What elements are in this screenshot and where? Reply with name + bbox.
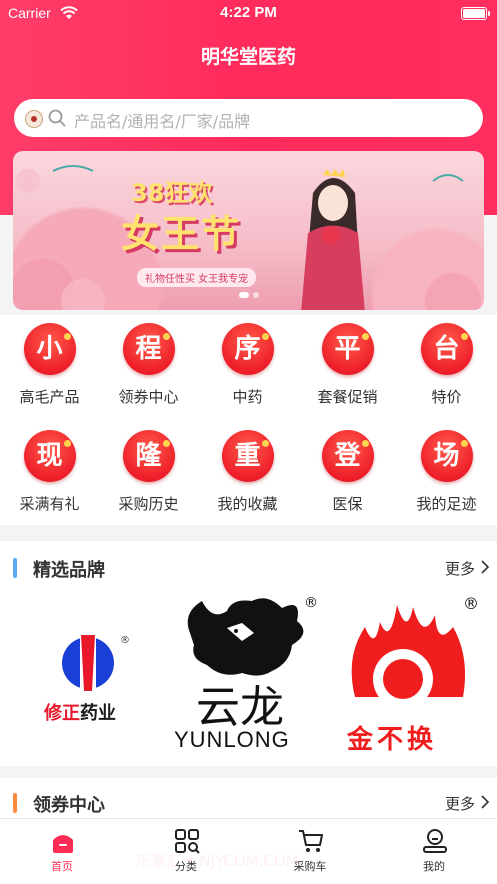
menu-badge-icon: 台 xyxy=(420,323,473,375)
coupon-section: 领券中心 更多 xyxy=(0,778,497,820)
xiuzheng-logo-icon: ® xyxy=(62,635,130,691)
quick-menu-item[interactable]: 登 医保 xyxy=(298,422,397,514)
sunburst-logo-icon: ® xyxy=(351,597,479,709)
status-bar: Carrier 4:22 PM xyxy=(0,0,497,28)
quick-menu-label: 中药 xyxy=(232,388,263,406)
menu-badge-icon: 登 xyxy=(321,430,374,482)
search-icon xyxy=(48,109,66,127)
coupon-header: 领券中心 更多 xyxy=(0,776,497,816)
jinbuhuan-text: 金不换 xyxy=(347,725,438,755)
quick-menu-item[interactable]: 小 高毛产品 xyxy=(0,315,99,407)
brands-more-link[interactable]: 更多 xyxy=(445,558,475,579)
brand-logo-jinbuhuan[interactable]: ® 金不换 xyxy=(335,597,485,757)
menu-badge-icon: 平 xyxy=(321,323,374,375)
chevron-right-icon[interactable] xyxy=(481,560,489,574)
quick-menu: 小 高毛产品 程 领券中心 序 中药 平 套餐促销 台 特价 现 采满有礼 隆 … xyxy=(0,315,497,525)
quick-menu-label: 采购历史 xyxy=(118,495,179,513)
brand-logos: ® 修正药业 ® 云龙 YUNLONG ® 金不换 xyxy=(0,593,497,761)
section-accent-bar xyxy=(13,793,17,813)
home-icon xyxy=(53,835,73,853)
quick-menu-label: 领券中心 xyxy=(118,388,179,406)
coupon-title: 领券中心 xyxy=(33,795,105,816)
battery-icon xyxy=(461,7,490,20)
quick-menu-label: 医保 xyxy=(332,495,363,513)
quick-menu-item[interactable]: 隆 采购历史 xyxy=(99,422,198,514)
quick-menu-item[interactable]: 台 特价 xyxy=(397,315,496,407)
menu-badge-icon: 现 xyxy=(23,430,76,482)
menu-badge-icon: 序 xyxy=(221,323,274,375)
tab-label: 我的 xyxy=(423,860,445,873)
dragon-logo-icon: ® xyxy=(187,595,318,676)
search-bar[interactable]: 产品名/通用名/厂家/品牌 xyxy=(14,99,483,137)
profile-icon xyxy=(423,829,447,853)
brands-header: 精选品牌 更多 xyxy=(0,541,497,581)
tab-home[interactable]: 首页 xyxy=(0,819,124,884)
brand-logo-xiuzheng[interactable]: ® 修正药业 xyxy=(40,633,150,724)
menu-badge-icon: 场 xyxy=(420,430,473,482)
quick-menu-item[interactable]: 平 套餐促销 xyxy=(298,315,397,407)
quick-menu-item[interactable]: 序 中药 xyxy=(198,315,297,407)
menu-badge-icon: 隆 xyxy=(122,430,175,482)
banner-pagination xyxy=(13,283,484,302)
xiuzheng-text-b: 药业 xyxy=(80,703,116,724)
brands-section: 精选品牌 更多 ® 修正药业 ® 云龙 YUNLONG ® 金不换 xyxy=(0,541,497,766)
quick-menu-label: 特价 xyxy=(431,388,462,406)
page-title: 明华堂医药 xyxy=(200,46,296,68)
quick-menu-label: 套餐促销 xyxy=(317,388,378,406)
chevron-right-icon[interactable] xyxy=(481,795,489,809)
promo-banner[interactable]: 38狂欢 女王节 礼物任性买 女王我专宠 xyxy=(13,151,484,310)
menu-badge-icon: 小 xyxy=(23,323,76,375)
search-placeholder: 产品名/通用名/厂家/品牌 xyxy=(74,112,251,131)
quick-menu-label: 采满有礼 xyxy=(19,495,80,513)
coupon-more-link[interactable]: 更多 xyxy=(445,793,475,814)
quick-menu-item[interactable]: 现 采满有礼 xyxy=(0,422,99,514)
brand-logo-yunlong[interactable]: ® 云龙 YUNLONG xyxy=(172,593,324,753)
tab-profile[interactable]: 我的 xyxy=(372,819,496,884)
section-accent-bar xyxy=(13,558,17,578)
store-logo-icon xyxy=(25,110,43,128)
svg-text:®: ® xyxy=(304,595,318,611)
menu-badge-icon: 程 xyxy=(122,323,175,375)
tab-label: 首页 xyxy=(51,860,73,873)
quick-menu-label: 我的足迹 xyxy=(416,495,477,513)
brands-title: 精选品牌 xyxy=(33,560,105,581)
cart-icon xyxy=(299,830,323,852)
quick-menu-label: 高毛产品 xyxy=(19,388,80,406)
clock: 4:22 PM xyxy=(220,4,277,21)
quick-menu-item[interactable]: 程 领券中心 xyxy=(99,315,198,407)
yunlong-chinese: 云龙 xyxy=(196,682,284,733)
xiuzheng-text-a: 修正 xyxy=(44,703,80,724)
svg-text:®: ® xyxy=(120,635,130,646)
banner-headline-2: 女王节 xyxy=(121,212,242,256)
menu-badge-icon: 重 xyxy=(221,430,274,482)
quick-menu-label: 我的收藏 xyxy=(217,495,278,513)
quick-menu-item[interactable]: 场 我的足迹 xyxy=(397,422,496,514)
yunlong-english: YUNLONG xyxy=(174,727,290,752)
quick-menu-item[interactable]: 重 我的收藏 xyxy=(198,422,297,514)
svg-text:®: ® xyxy=(463,597,479,613)
watermark: 乐享汇 • NJYCOM.COM xyxy=(136,852,299,870)
